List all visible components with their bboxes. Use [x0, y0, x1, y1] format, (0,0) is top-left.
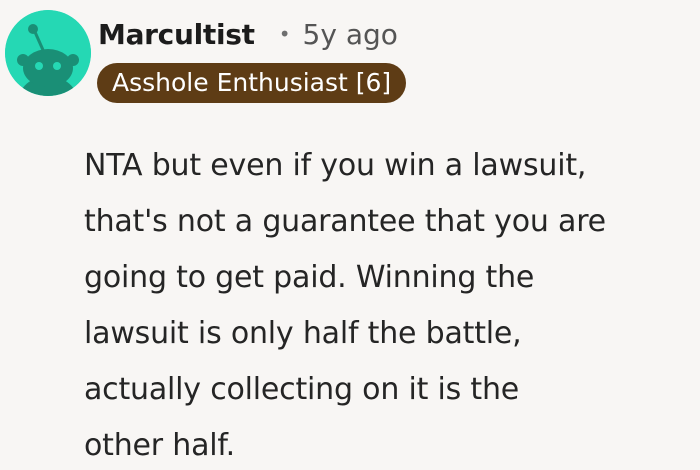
comment-timestamp[interactable]: 5y ago [303, 18, 398, 51]
comment-body-line: other half. [84, 428, 235, 463]
comment: Marcultist • 5y ago Asshole Enthusiast [… [0, 0, 700, 470]
comment-body-line: going to get paid. Winning the [84, 260, 535, 295]
comment-body-line: lawsuit is only half the battle, [84, 316, 522, 351]
user-avatar[interactable] [5, 10, 91, 96]
meta-separator: • [278, 22, 291, 46]
comment-body: NTA but even if you win a lawsuit, that'… [84, 138, 696, 470]
comment-body-line: actually collecting on it is the [84, 372, 520, 407]
comment-body-line: NTA but even if you win a lawsuit, [84, 148, 587, 183]
username-link[interactable]: Marcultist [98, 18, 255, 51]
comment-body-line: that's not a guarantee that you are [84, 204, 606, 239]
user-flair-badge[interactable]: Asshole Enthusiast [6] [97, 63, 407, 103]
reddit-snoo-avatar-icon [5, 10, 91, 96]
comment-header: Marcultist • 5y ago [98, 14, 398, 54]
